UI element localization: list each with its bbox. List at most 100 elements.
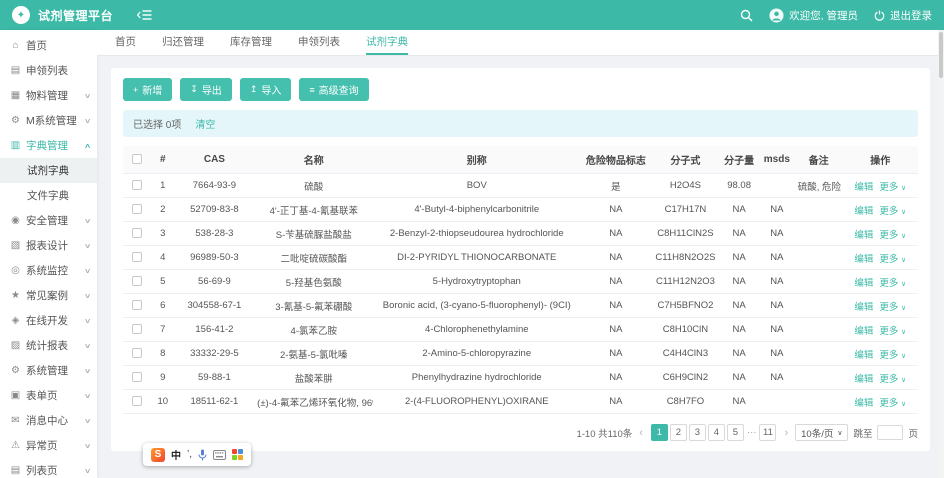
tab-reagent-dict[interactable]: 试剂字典: [366, 30, 408, 55]
more-link[interactable]: 更多 ∨: [879, 254, 906, 265]
chevron-down-icon: ∨: [84, 92, 92, 100]
sidebar-item-form-page[interactable]: ▣表单页∨: [0, 383, 97, 408]
edit-link[interactable]: 编辑: [854, 374, 873, 385]
tab-home[interactable]: 首页: [115, 30, 136, 55]
sidebar-item-m-system-mgmt[interactable]: ⚙M系统管理∨: [0, 108, 97, 133]
page-size-select[interactable]: 10条/页 ∨: [795, 424, 848, 441]
warning-icon: ⚠: [9, 440, 22, 451]
page-button-11[interactable]: 11: [759, 424, 776, 441]
row-checkbox[interactable]: [132, 204, 142, 214]
next-page-button[interactable]: ›: [782, 427, 790, 439]
scrollbar-thumb[interactable]: [939, 32, 943, 78]
edit-link[interactable]: 编辑: [854, 398, 873, 409]
advanced-query-button[interactable]: ≡ 高级查询: [299, 78, 368, 101]
row-actions: 编辑更多 ∨: [842, 342, 918, 366]
more-link[interactable]: 更多 ∨: [879, 374, 906, 385]
sidebar-item-online-dev[interactable]: ◈在线开发∨: [0, 308, 97, 333]
row-checkbox[interactable]: [132, 252, 142, 262]
mail-icon: ✉: [9, 415, 22, 426]
edit-link[interactable]: 编辑: [854, 302, 873, 313]
tab-inventory-mgmt[interactable]: 库存管理: [230, 30, 272, 55]
row-checkbox[interactable]: [132, 228, 142, 238]
table-row: 6304558-67-13-氰基-5-氟苯硼酸Boronic acid, (3-…: [123, 294, 918, 318]
more-link[interactable]: 更多 ∨: [879, 326, 906, 337]
ime-punctuation-toggle[interactable]: ’,: [187, 449, 192, 460]
more-link[interactable]: 更多 ∨: [879, 350, 906, 361]
sidebar-item-exception-page[interactable]: ⚠异常页∨: [0, 433, 97, 458]
user-menu[interactable]: 欢迎您, 管理员: [769, 8, 858, 23]
row-checkbox-cell: [123, 222, 151, 246]
page-button-3[interactable]: 3: [689, 424, 706, 441]
search-icon[interactable]: [740, 9, 753, 22]
toolbox-icon[interactable]: [232, 449, 243, 460]
sidebar-item-label: 表单页: [26, 388, 85, 403]
page-button-2[interactable]: 2: [670, 424, 687, 441]
page-scrollbar[interactable]: [938, 30, 944, 478]
keyboard-icon[interactable]: [213, 450, 226, 460]
edit-link[interactable]: 编辑: [854, 230, 873, 241]
more-link[interactable]: 更多 ∨: [879, 230, 906, 241]
clear-selection-link[interactable]: 清空: [195, 116, 215, 131]
row-checkbox[interactable]: [132, 348, 142, 358]
code-icon: ◈: [9, 315, 22, 326]
cell-weight: 98.08: [719, 174, 759, 198]
jump-page-input[interactable]: [877, 425, 903, 440]
sidebar-item-home[interactable]: ⌂首页: [0, 33, 97, 58]
row-checkbox[interactable]: [132, 372, 142, 382]
row-actions: 编辑更多 ∨: [842, 198, 918, 222]
sidebar-subitem-file-dict[interactable]: 文件字典: [0, 183, 97, 208]
more-link[interactable]: 更多 ∨: [879, 182, 906, 193]
sidebar-item-label: 消息中心: [26, 413, 85, 428]
sidebar-item-stat-report[interactable]: ▨统计报表∨: [0, 333, 97, 358]
sidebar-item-message-center[interactable]: ✉消息中心∨: [0, 408, 97, 433]
row-checkbox[interactable]: [132, 276, 142, 286]
more-link[interactable]: 更多 ∨: [879, 398, 906, 409]
edit-link[interactable]: 编辑: [854, 206, 873, 217]
page-button-5[interactable]: 5: [727, 424, 744, 441]
cell-index: 10: [151, 390, 175, 414]
cell-hazard: NA: [580, 366, 652, 390]
more-link[interactable]: 更多 ∨: [879, 206, 906, 217]
add-button[interactable]: + 新增: [123, 78, 172, 101]
import-button[interactable]: ↥ 导入: [240, 78, 292, 101]
row-checkbox[interactable]: [132, 300, 142, 310]
sidebar-item-common-cases[interactable]: ★常见案例∨: [0, 283, 97, 308]
cell-cas: 18511-62-1: [175, 390, 255, 414]
ime-language-toggle[interactable]: 中: [171, 447, 181, 462]
prev-page-button[interactable]: ‹: [637, 427, 645, 439]
more-link[interactable]: 更多 ∨: [879, 278, 906, 289]
sidebar-item-system-monitor[interactable]: ◎系统监控∨: [0, 258, 97, 283]
sidebar-item-security-mgmt[interactable]: ◉安全管理∨: [0, 208, 97, 233]
edit-link[interactable]: 编辑: [854, 278, 873, 289]
sidebar-collapse-icon[interactable]: [137, 9, 152, 21]
logout-button[interactable]: 退出登录: [874, 8, 932, 23]
star-icon: ★: [9, 290, 22, 301]
edit-link[interactable]: 编辑: [854, 350, 873, 361]
row-checkbox[interactable]: [132, 324, 142, 334]
sidebar-item-report-design[interactable]: ▧报表设计∨: [0, 233, 97, 258]
page-button-4[interactable]: 4: [708, 424, 725, 441]
sidebar-item-dict-mgmt[interactable]: ▥字典管理∧: [0, 133, 97, 158]
sidebar-item-system-mgmt[interactable]: ⚙系统管理∨: [0, 358, 97, 383]
select-all-checkbox[interactable]: [132, 154, 142, 164]
sidebar-item-apply-list[interactable]: ▤申领列表: [0, 58, 97, 83]
tab-return-mgmt[interactable]: 归还管理: [162, 30, 204, 55]
mic-icon[interactable]: [198, 449, 207, 461]
row-checkbox[interactable]: [132, 396, 142, 406]
more-link[interactable]: 更多 ∨: [879, 302, 906, 313]
export-button[interactable]: ↧ 导出: [180, 78, 232, 101]
sidebar-subitem-reagent-dict[interactable]: 试剂字典: [0, 158, 97, 183]
page-button-1[interactable]: 1: [651, 424, 668, 441]
cell-formula: C11H8N2O2S: [652, 246, 720, 270]
sidebar-item-material-mgmt[interactable]: ▦物料管理∨: [0, 83, 97, 108]
sidebar-item-list-page[interactable]: ▤列表页∨: [0, 458, 97, 478]
edit-link[interactable]: 编辑: [854, 254, 873, 265]
edit-link[interactable]: 编辑: [854, 182, 873, 193]
table-row: 833332-29-52-氨基-5-氯吡嗪2-Amino-5-chloropyr…: [123, 342, 918, 366]
edit-link[interactable]: 编辑: [854, 326, 873, 337]
ime-toolbar[interactable]: S 中 ’,: [143, 443, 251, 466]
column-header: 备注: [795, 146, 843, 174]
row-checkbox[interactable]: [132, 180, 142, 190]
tab-apply-list[interactable]: 申领列表: [298, 30, 340, 55]
sogou-logo-icon[interactable]: S: [151, 448, 165, 462]
